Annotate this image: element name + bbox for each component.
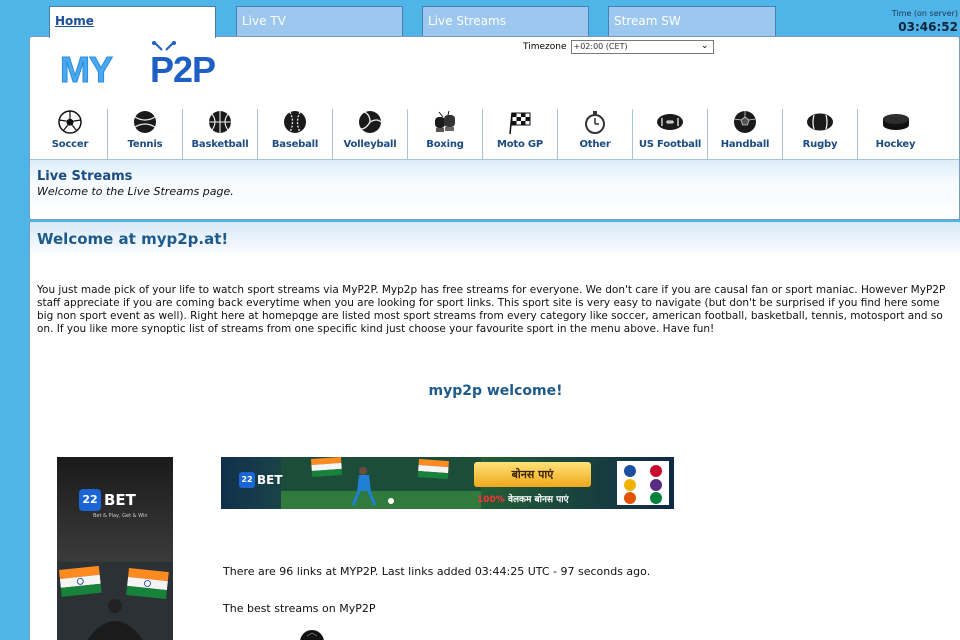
- sport-label: Volleyball: [343, 139, 397, 150]
- sport-label: Soccer: [51, 139, 89, 150]
- sport-motogp[interactable]: Moto GP: [483, 109, 558, 159]
- header-panel: MY P2P Timezone +02:00 (CET) ⌄ Soccer Te…: [29, 36, 960, 220]
- page-subtitle: Welcome to the Live Streams page.: [37, 185, 234, 198]
- soccer-ball-icon: [58, 110, 82, 134]
- timezone-selector: Timezone +02:00 (CET) ⌄: [523, 40, 714, 54]
- side-ad-tagline: Bet & Play, Get & Win: [93, 513, 148, 519]
- timezone-dropdown[interactable]: +02:00 (CET) ⌄: [570, 40, 714, 54]
- sport-handball[interactable]: Handball: [708, 109, 783, 159]
- banner-mark: 22: [239, 472, 255, 488]
- sport-label: Other: [579, 139, 611, 150]
- banner-caption: 100% वेलकम बोनस पाएं: [477, 492, 569, 505]
- sport-label: Rugby: [802, 139, 838, 150]
- sport-hockey[interactable]: Hockey: [858, 109, 933, 159]
- tab-home[interactable]: Home: [49, 6, 216, 38]
- welcome-heading: Welcome at myp2p.at!: [37, 230, 229, 248]
- logo-text-right: P2P: [150, 49, 215, 90]
- server-time: Time (on server) 03:46:52: [848, 9, 958, 34]
- intro-paragraph: You just made pick of your life to watch…: [37, 284, 946, 335]
- welcome-subheading: myp2p welcome!: [428, 383, 563, 399]
- banner-caption-text: वेलकम बोनस पाएं: [504, 495, 569, 505]
- american-football-icon: [657, 114, 683, 130]
- page-header: Live Streams Welcome to the Live Streams…: [30, 159, 959, 219]
- banner-ad[interactable]: 22 BET बोनस पाएं 100% वेलकम बोनस पाएं: [221, 457, 674, 509]
- tennis-ball-icon: [134, 111, 156, 133]
- sport-label: Handball: [720, 139, 770, 150]
- sport-soccer[interactable]: Soccer: [33, 109, 108, 159]
- banner-caption-pct: 100%: [477, 495, 505, 505]
- best-streams-heading: The best streams on MyP2P: [223, 602, 376, 615]
- side-ad-logo: 22 BET: [79, 489, 136, 511]
- checkered-flag-icon: [509, 112, 531, 135]
- sport-rugby[interactable]: Rugby: [783, 109, 858, 159]
- soccer-ball-icon: [300, 630, 324, 640]
- banner-brand: 22 BET: [239, 472, 283, 488]
- sport-basketball[interactable]: Basketball: [183, 109, 258, 159]
- sport-label: US Football: [638, 139, 702, 150]
- sport-us-football[interactable]: US Football: [633, 109, 708, 159]
- rugby-ball-icon: [807, 113, 833, 131]
- myp2p-logo[interactable]: MY P2P: [58, 41, 290, 91]
- hockey-puck-icon: [882, 114, 909, 130]
- tab-stream-sw[interactable]: Stream SW: [608, 6, 776, 37]
- logo-text-left: MY: [60, 49, 113, 90]
- side-ad-banner[interactable]: 22 BET Bet & Play, Get & Win: [57, 457, 173, 640]
- main-content: Welcome at myp2p.at! You just made pick …: [29, 222, 960, 640]
- sport-label: Basketball: [191, 139, 249, 150]
- server-time-label: Time (on server): [891, 9, 958, 18]
- volleyball-icon: [359, 111, 382, 133]
- banner-scene-image: [281, 457, 481, 509]
- links-info-text: There are 96 links at MYP2P. Last links …: [223, 565, 651, 578]
- sport-label: Hockey: [875, 139, 916, 150]
- tab-live-tv[interactable]: Live TV: [236, 6, 403, 37]
- banner-brand-name: BET: [257, 473, 283, 487]
- tab-live-streams[interactable]: Live Streams: [422, 6, 589, 37]
- sport-baseball[interactable]: Baseball: [258, 109, 333, 159]
- basketball-icon: [209, 111, 231, 133]
- stopwatch-icon: [585, 111, 605, 134]
- sport-label: Tennis: [127, 139, 163, 150]
- baseball-icon: [284, 111, 306, 133]
- sport-boxing[interactable]: Boxing: [408, 109, 483, 159]
- chevron-down-icon: ⌄: [700, 41, 709, 51]
- india-flags-image: [57, 562, 173, 640]
- timezone-value: +02:00 (CET): [573, 42, 628, 51]
- handball-icon: [733, 111, 757, 133]
- server-time-value: 03:46:52: [898, 20, 958, 34]
- sport-label: Moto GP: [496, 139, 544, 150]
- page-title: Live Streams: [37, 169, 133, 184]
- bonus-button[interactable]: बोनस पाएं: [474, 462, 591, 487]
- sport-label: Baseball: [271, 139, 319, 150]
- sport-label: Boxing: [426, 139, 464, 150]
- sport-volleyball[interactable]: Volleyball: [333, 109, 408, 159]
- team-crests-icon: [617, 461, 669, 505]
- boxing-gloves-icon: [435, 110, 455, 132]
- sport-other[interactable]: Other: [558, 109, 633, 159]
- side-ad-brand: BET: [104, 491, 136, 509]
- top-nav-tabs: Home Live TV Live Streams Stream SW Time…: [0, 0, 960, 38]
- timezone-label: Timezone: [523, 42, 567, 52]
- side-ad-mark: 22: [79, 489, 101, 511]
- sports-menu: Soccer Tennis Basketball Baseball Volley…: [33, 109, 933, 159]
- sport-tennis[interactable]: Tennis: [108, 109, 183, 159]
